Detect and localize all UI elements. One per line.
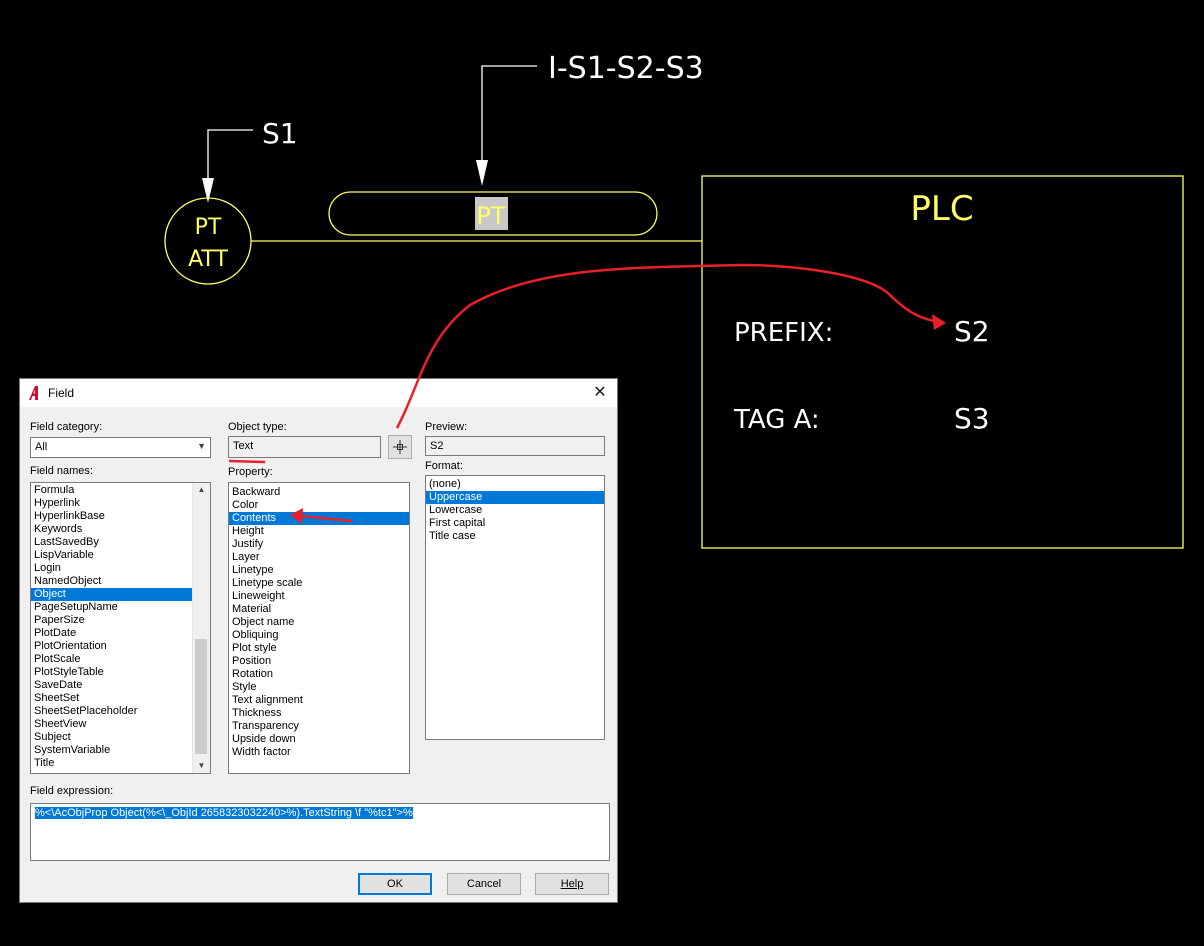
property-item[interactable]: Rotation	[229, 668, 409, 681]
object-type-value: Text	[233, 440, 254, 452]
leader-label-top: I-S1-S2-S3	[548, 51, 704, 86]
field-name-item[interactable]: Subject	[31, 731, 210, 744]
format-item[interactable]: (none)	[426, 478, 604, 491]
property-item[interactable]: Linetype	[229, 564, 409, 577]
property-item[interactable]: Obliquing	[229, 629, 409, 642]
scroll-thumb[interactable]	[195, 639, 207, 754]
leader-arrow-left	[202, 178, 214, 203]
plc-title[interactable]: PLC	[910, 189, 973, 229]
field-names-list[interactable]: Formula Hyperlink HyperlinkBase Keywords Las…	[30, 482, 211, 774]
dialog-titlebar[interactable]: Field ✕	[20, 379, 617, 407]
prefix-value[interactable]: S2	[954, 315, 990, 348]
ok-button[interactable]: OK	[358, 873, 432, 895]
field-name-item[interactable]: PageSetupName	[31, 601, 210, 614]
property-item[interactable]: Contents	[229, 512, 409, 525]
leader-line-top	[481, 65, 537, 172]
field-category-combo[interactable]: All ▼	[30, 437, 211, 458]
field-category-value: All	[35, 441, 48, 453]
scroll-up-icon[interactable]: ▲	[193, 483, 210, 497]
prefix-label[interactable]: PREFIX:	[734, 318, 833, 348]
field-name-item[interactable]: LispVariable	[31, 549, 210, 562]
field-names-scrollbar[interactable]: ▲ ▼	[192, 483, 210, 773]
field-name-item[interactable]: SheetSetPlaceholder	[31, 705, 210, 718]
autocad-logo-icon	[29, 386, 38, 400]
field-name-item[interactable]: PlotStyleTable	[31, 666, 210, 679]
field-name-item[interactable]: Login	[31, 562, 210, 575]
property-item[interactable]: Thickness	[229, 707, 409, 720]
help-button[interactable]: Help	[535, 873, 609, 895]
property-item[interactable]: Position	[229, 655, 409, 668]
property-item[interactable]: Height	[229, 525, 409, 538]
property-item[interactable]: Object name	[229, 616, 409, 629]
format-list[interactable]: (none) Uppercase Lowercase First capital Tit…	[425, 475, 605, 740]
property-item[interactable]: Upside down	[229, 733, 409, 746]
format-label: Format:	[425, 460, 463, 472]
field-expression-box[interactable]: %<\AcObjProp Object(%<\_ObjId 2658323032…	[30, 803, 610, 861]
property-item[interactable]: Text alignment	[229, 694, 409, 707]
field-name-item[interactable]: Hyperlink	[31, 497, 210, 510]
field-name-item[interactable]: Title	[31, 757, 210, 770]
chevron-down-icon[interactable]: ▼	[197, 441, 206, 451]
format-item[interactable]: Uppercase	[426, 491, 604, 504]
property-item[interactable]: Lineweight	[229, 590, 409, 603]
preview-field: S2	[425, 436, 605, 456]
pill-text[interactable]: PT	[476, 202, 505, 230]
field-name-item[interactable]: SheetSet	[31, 692, 210, 705]
field-name-item[interactable]: PaperSize	[31, 614, 210, 627]
field-name-item[interactable]: SaveDate	[31, 679, 210, 692]
format-item[interactable]: Title case	[426, 530, 604, 543]
property-item[interactable]: Layer	[229, 551, 409, 564]
property-label: Property:	[228, 466, 273, 478]
circle-text-line1[interactable]: PT	[195, 215, 222, 240]
leader-line-left	[207, 129, 253, 185]
property-item[interactable]: Plot style	[229, 642, 409, 655]
help-button-label: Help	[560, 878, 584, 890]
leader-label-left: S1	[262, 117, 298, 150]
field-name-item[interactable]: PlotOrientation	[31, 640, 210, 653]
object-type-label: Object type:	[228, 421, 287, 433]
preview-value: S2	[430, 440, 444, 452]
field-name-item[interactable]: Keywords	[31, 523, 210, 536]
property-list[interactable]: Backward Color Contents Height Justify Layer L…	[228, 482, 410, 774]
dialog-title: Field	[48, 386, 75, 400]
tag-label[interactable]: TAG A:	[733, 405, 820, 435]
field-category-label: Field category:	[30, 421, 103, 433]
field-dialog: Field ✕ Field category: All ▼ Field name…	[19, 378, 618, 903]
plc-box[interactable]	[701, 175, 1184, 549]
property-item[interactable]: Justify	[229, 538, 409, 551]
property-item[interactable]: Color	[229, 499, 409, 512]
object-type-field[interactable]: Text	[228, 436, 381, 458]
property-item[interactable]: Linetype scale	[229, 577, 409, 590]
field-name-item[interactable]: Object	[31, 588, 210, 601]
leader-arrow-top	[476, 160, 488, 186]
property-item[interactable]: Backward	[229, 486, 409, 499]
close-icon[interactable]: ✕	[589, 382, 611, 404]
field-name-item[interactable]: NamedObject	[31, 575, 210, 588]
tag-value[interactable]: S3	[954, 402, 990, 435]
property-item[interactable]: Style	[229, 681, 409, 694]
field-name-item[interactable]: HyperlinkBase	[31, 510, 210, 523]
property-item[interactable]: Transparency	[229, 720, 409, 733]
field-names-label: Field names:	[30, 465, 93, 477]
property-item[interactable]: Material	[229, 603, 409, 616]
circle-text-line2[interactable]: ATT	[188, 247, 228, 272]
field-name-item[interactable]: Formula	[31, 484, 210, 497]
field-expression-text[interactable]: %<\AcObjProp Object(%<\_ObjId 2658323032…	[35, 807, 413, 819]
crosshair-icon	[393, 440, 407, 454]
field-name-item[interactable]: LastSavedBy	[31, 536, 210, 549]
preview-label: Preview:	[425, 421, 468, 433]
field-name-item[interactable]: PlotDate	[31, 627, 210, 640]
select-object-button[interactable]	[388, 435, 412, 459]
format-item[interactable]: First capital	[426, 517, 604, 530]
field-name-item[interactable]: SystemVariable	[31, 744, 210, 757]
property-item[interactable]: Width factor	[229, 746, 409, 759]
format-item[interactable]: Lowercase	[426, 504, 604, 517]
field-name-item[interactable]: PlotScale	[31, 653, 210, 666]
field-expression-label: Field expression:	[30, 785, 114, 797]
scroll-down-icon[interactable]: ▼	[193, 759, 210, 773]
field-name-item[interactable]: SheetView	[31, 718, 210, 731]
cancel-button[interactable]: Cancel	[447, 873, 521, 895]
